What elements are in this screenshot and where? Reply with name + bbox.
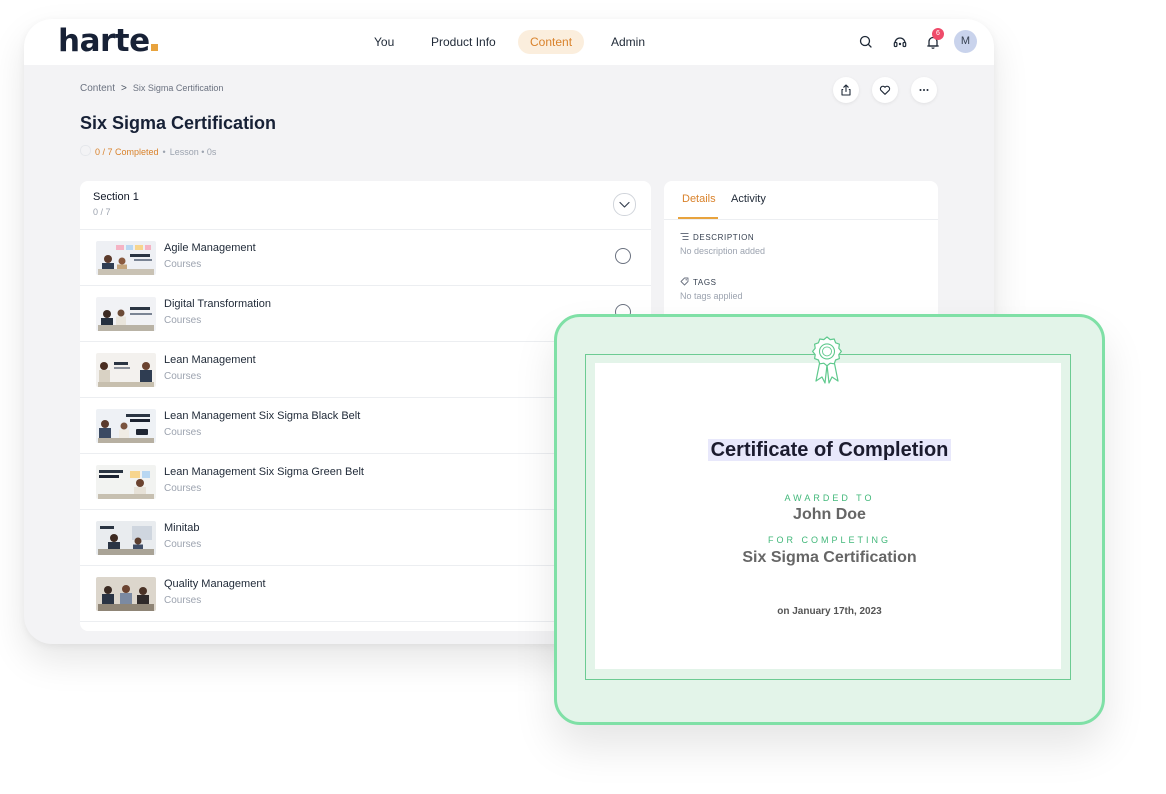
course-type: Courses bbox=[164, 595, 202, 606]
tags-label: TAGS bbox=[680, 277, 717, 287]
course-thumbnail bbox=[96, 409, 156, 443]
heart-icon bbox=[879, 85, 891, 95]
search-icon[interactable] bbox=[856, 32, 876, 52]
awarded-to-label: AWARDED TO bbox=[784, 493, 875, 503]
course-type: Courses bbox=[164, 539, 202, 550]
description-value: No description added bbox=[680, 246, 766, 256]
share-button[interactable] bbox=[833, 77, 859, 103]
course-thumbnail bbox=[96, 297, 156, 331]
logo-dot bbox=[150, 44, 158, 51]
section-header[interactable]: Section 1 0 / 7 bbox=[80, 181, 651, 230]
notification-badge: 6 bbox=[932, 28, 944, 40]
nav-admin[interactable]: Admin bbox=[599, 30, 657, 54]
certificate-title: Certificate of Completion bbox=[557, 439, 1102, 462]
course-title: Lean Management Six Sigma Black Belt bbox=[164, 410, 361, 422]
course-thumbnail bbox=[96, 241, 156, 275]
nav-product-info[interactable]: Product Info bbox=[419, 30, 508, 54]
course-row-agile-management[interactable]: Agile Management Courses bbox=[80, 229, 651, 286]
course-type: Courses bbox=[164, 483, 202, 494]
certificate-title-text: Certificate of Completion bbox=[707, 439, 952, 461]
tab-activity[interactable]: Activity bbox=[731, 193, 766, 205]
course-title: Lean Management bbox=[164, 354, 256, 366]
more-options-button[interactable] bbox=[911, 77, 937, 103]
breadcrumb-root[interactable]: Content bbox=[80, 83, 115, 94]
course-type: Courses bbox=[164, 315, 202, 326]
section-title: Section 1 bbox=[93, 191, 139, 203]
course-title: Minitab bbox=[164, 522, 200, 534]
description-icon bbox=[680, 233, 689, 240]
breadcrumb-current: Six Sigma Certification bbox=[132, 83, 224, 93]
user-avatar[interactable]: M bbox=[954, 30, 977, 53]
description-label-text: DESCRIPTION bbox=[693, 233, 755, 242]
nav-content[interactable]: Content bbox=[518, 30, 585, 54]
course-thumbnail bbox=[96, 465, 156, 499]
logo-text: harte bbox=[58, 23, 150, 59]
headset-support-icon[interactable] bbox=[890, 32, 910, 52]
award-ribbon-icon bbox=[812, 336, 842, 384]
description-label: DESCRIPTION bbox=[680, 232, 754, 242]
certificate-course-name: Six Sigma Certification bbox=[742, 549, 917, 566]
tab-details[interactable]: Details bbox=[682, 193, 716, 205]
collapse-section-button[interactable] bbox=[613, 193, 636, 216]
tags-label-text: TAGS bbox=[693, 278, 717, 287]
nav-you[interactable]: You bbox=[362, 30, 406, 54]
page-title: Six Sigma Certification bbox=[80, 113, 277, 133]
completion-radio[interactable] bbox=[615, 248, 631, 264]
meta-separator: • bbox=[162, 147, 166, 157]
breadcrumb-separator: > bbox=[121, 83, 127, 94]
course-title: Digital Transformation bbox=[164, 298, 271, 310]
course-thumbnail bbox=[96, 577, 156, 611]
certificate-card: Certificate of Completion AWARDED TO Joh… bbox=[554, 314, 1105, 725]
course-thumbnail bbox=[96, 521, 156, 555]
ellipsis-icon bbox=[919, 89, 929, 91]
harte-logo[interactable]: harte bbox=[58, 23, 158, 59]
for-completing-label: FOR COMPLETING bbox=[767, 535, 891, 545]
course-title: Lean Management Six Sigma Green Belt bbox=[164, 466, 364, 478]
course-type: Courses bbox=[164, 371, 202, 382]
progress-ring-icon bbox=[80, 145, 91, 156]
course-type: Courses bbox=[164, 259, 202, 270]
top-navigation-bar: harte You Product Info Content Admin 6 M bbox=[24, 19, 994, 65]
progress-completed: 0 / 7 Completed bbox=[95, 147, 159, 157]
progress-summary: 0 / 7 Completed • Lesson • 0s bbox=[80, 145, 216, 157]
completion-date: on January 17th, 2023 bbox=[777, 606, 882, 617]
course-title: Quality Management bbox=[164, 578, 266, 590]
favorite-button[interactable] bbox=[872, 77, 898, 103]
tags-value: No tags applied bbox=[680, 291, 743, 301]
course-type: Courses bbox=[164, 427, 202, 438]
course-title: Agile Management bbox=[164, 242, 256, 254]
chevron-down-icon bbox=[619, 201, 630, 208]
share-icon bbox=[841, 84, 851, 96]
course-thumbnail bbox=[96, 353, 156, 387]
tab-divider bbox=[664, 219, 938, 220]
breadcrumb: Content > Six Sigma Certification bbox=[80, 83, 223, 94]
recipient-name: John Doe bbox=[793, 506, 866, 523]
section-count: 0 / 7 bbox=[93, 207, 111, 217]
lesson-meta: Lesson • 0s bbox=[169, 147, 217, 157]
tag-icon bbox=[680, 277, 689, 286]
